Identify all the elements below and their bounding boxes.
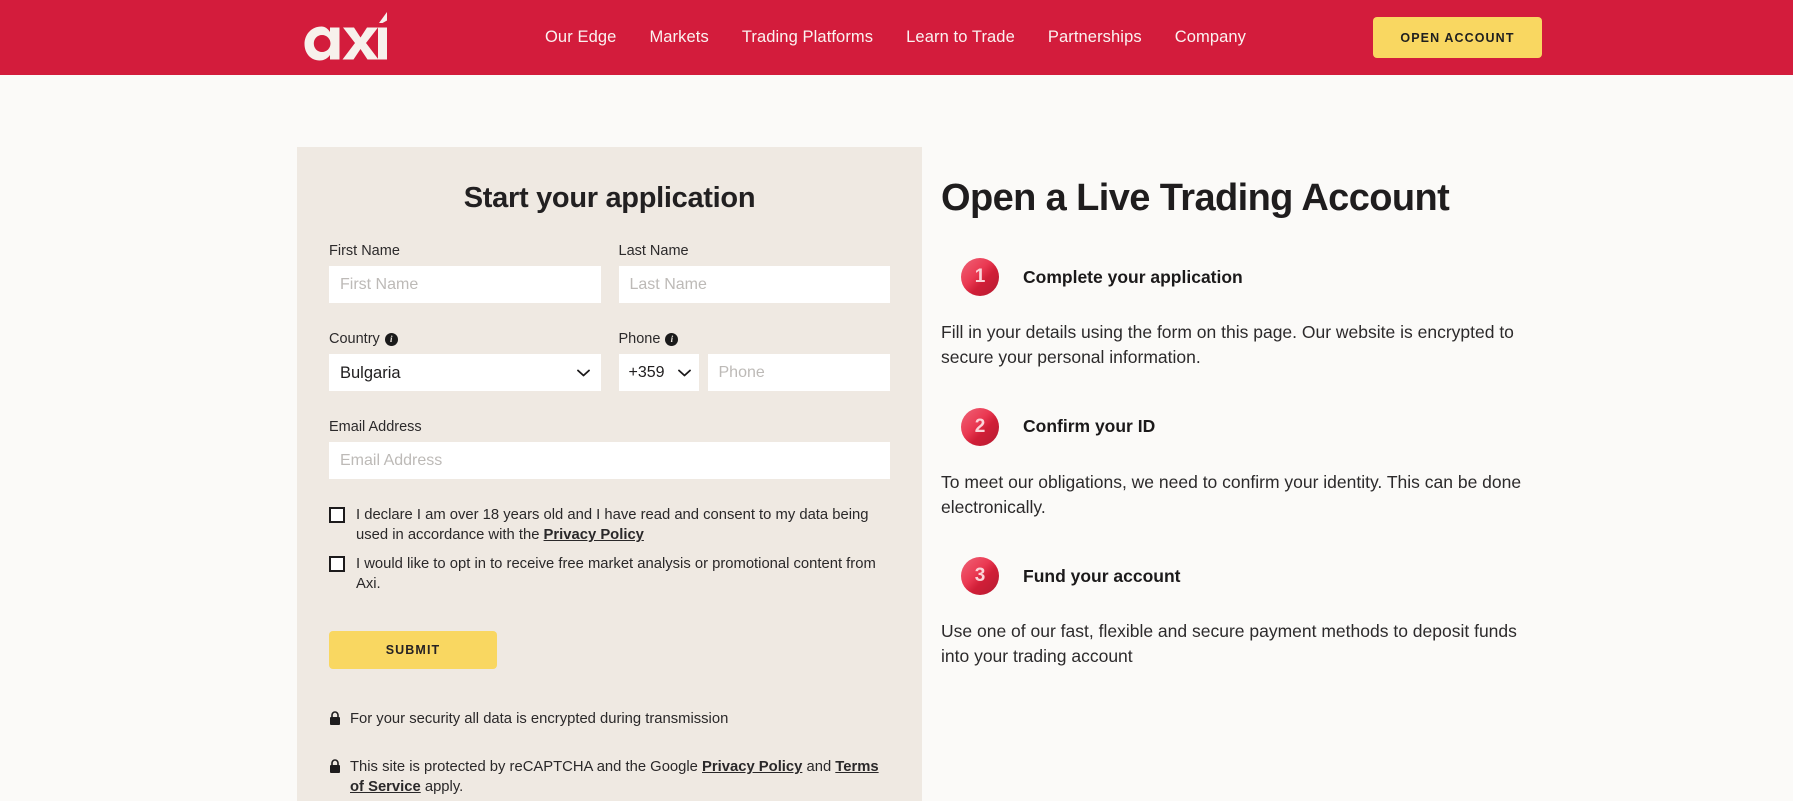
open-account-button[interactable]: OPEN ACCOUNT [1373, 17, 1542, 58]
google-privacy-policy-link[interactable]: Privacy Policy [702, 759, 802, 775]
recaptcha-part2: and [802, 758, 836, 775]
recaptcha-note-text: This site is protected by reCAPTCHA and … [350, 757, 890, 798]
lock-icon [330, 759, 340, 773]
last-name-input[interactable] [618, 266, 890, 303]
age-consent-checkbox[interactable] [329, 507, 345, 523]
country-select-wrap: Bulgaria [329, 354, 601, 391]
step-number-badge: 1 [961, 258, 999, 296]
age-consent-text: I declare I am over 18 years old and I h… [356, 505, 886, 545]
country-label: Country i [329, 331, 601, 347]
email-group: Email Address [329, 419, 890, 479]
marketing-consent-text: I would like to opt in to receive free m… [356, 556, 876, 593]
phone-label-text: Phone [618, 331, 661, 347]
site-header: Our Edge Markets Trading Platforms Learn… [0, 0, 1793, 75]
phone-label: Phone i [619, 331, 891, 347]
step-3-header: 3 Fund your account [961, 557, 1561, 596]
email-label: Email Address [329, 419, 890, 435]
main-navigation: Our Edge Markets Trading Platforms Learn… [545, 0, 1246, 75]
step-number-badge: 2 [961, 407, 999, 446]
step-number-badge: 3 [961, 557, 999, 596]
lock-icon [330, 711, 340, 726]
phone-number-input[interactable] [707, 354, 890, 391]
step-3-title: Fund your account [1023, 565, 1181, 586]
nav-item-learn-to-trade[interactable]: Learn to Trade [906, 28, 1015, 47]
encryption-note-text: For your security all data is encrypted … [350, 711, 729, 728]
name-row: First Name Last Name [329, 243, 890, 303]
step-1-header: 1 Complete your application [961, 258, 1561, 296]
country-group: Country i Bulgaria [329, 331, 601, 391]
application-form-card: Start your application First Name Last N… [297, 147, 922, 801]
step-3-description: Use one of our fast, flexible and secure… [941, 621, 1517, 667]
page-title: Open a Live Trading Account [941, 177, 1450, 219]
last-name-label: Last Name [619, 243, 891, 259]
marketing-consent-checkbox[interactable] [329, 556, 345, 573]
last-name-group: Last Name [618, 243, 891, 303]
step-1-title: Complete your application [1023, 266, 1243, 287]
first-name-group: First Name [329, 243, 601, 303]
first-name-label: First Name [329, 243, 601, 259]
privacy-policy-link[interactable]: Privacy Policy [544, 527, 644, 543]
axi-logo[interactable] [299, 12, 387, 64]
nav-item-trading-platforms[interactable]: Trading Platforms [742, 28, 873, 47]
page-body: Start your application First Name Last N… [0, 75, 1793, 801]
nav-item-partnerships[interactable]: Partnerships [1048, 28, 1142, 47]
phone-group: Phone i +359 [618, 331, 891, 391]
nav-item-markets[interactable]: Markets [649, 28, 708, 47]
country-phone-row: Country i Bulgaria Phone i +359 Phone [329, 331, 890, 391]
form-title: Start your application [463, 182, 756, 214]
step-2-description: To meet our obligations, we need to conf… [941, 471, 1522, 517]
step-2-title: Confirm your ID [1023, 416, 1156, 437]
email-input[interactable] [329, 442, 890, 479]
marketing-consent-row: I would like to opt in to receive free m… [329, 554, 890, 594]
dial-code-wrap: +359 [618, 354, 699, 391]
recaptcha-part1: This site is protected by reCAPTCHA and … [350, 758, 703, 775]
nav-item-our-edge[interactable]: Our Edge [545, 28, 616, 47]
encryption-note: For your security all data is encrypted … [329, 709, 890, 729]
step-2-header: 2 Confirm your ID [961, 407, 1561, 446]
step-1-description: Fill in your details using the form on t… [941, 322, 1514, 367]
email-label-text: Email Address [329, 419, 422, 435]
info-icon[interactable]: i [384, 332, 398, 346]
info-column: Open a Live Trading Account 1 Complete y… [941, 147, 1561, 669]
country-label-text: Country [329, 331, 380, 347]
consent-checkboxes: I declare I am over 18 years old and I h… [329, 505, 890, 594]
nav-item-company[interactable]: Company [1175, 28, 1246, 47]
info-icon[interactable]: i [665, 332, 679, 346]
dial-code-select[interactable]: +359 [618, 354, 699, 391]
recaptcha-part3: apply. [420, 779, 464, 796]
first-name-label-text: First Name [329, 243, 400, 259]
submit-button[interactable]: SUBMIT [329, 631, 497, 670]
age-consent-row: I declare I am over 18 years old and I h… [329, 505, 890, 545]
first-name-input[interactable] [329, 266, 601, 303]
country-select[interactable]: Bulgaria [329, 354, 601, 391]
phone-input-group: +359 [618, 354, 890, 391]
recaptcha-note: This site is protected by reCAPTCHA and … [329, 757, 890, 798]
last-name-label-text: Last Name [618, 243, 689, 259]
